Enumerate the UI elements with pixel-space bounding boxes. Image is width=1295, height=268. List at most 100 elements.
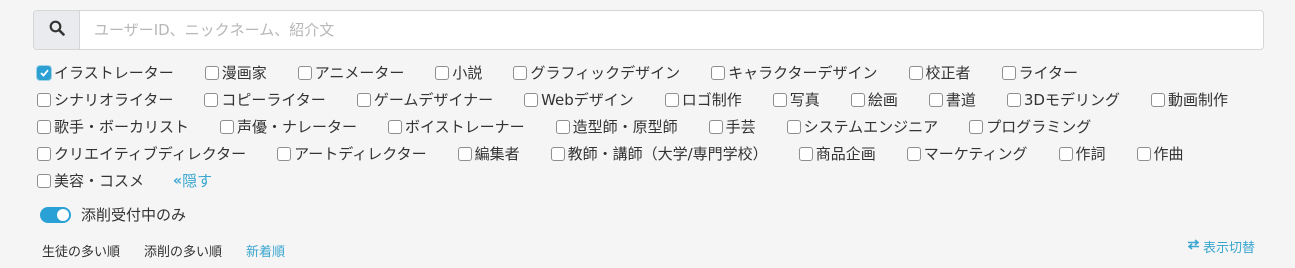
checkbox[interactable] bbox=[664, 92, 679, 107]
category-checkbox-item[interactable]: 校正者 bbox=[908, 59, 971, 86]
checkbox[interactable] bbox=[928, 92, 943, 107]
checkbox[interactable] bbox=[850, 92, 865, 107]
category-label: キャラクターデザイン bbox=[728, 64, 878, 82]
category-checkbox-item[interactable]: 商品企画 bbox=[798, 140, 876, 167]
checkbox[interactable] bbox=[37, 119, 51, 134]
category-checkbox-item[interactable]: 動画制作 bbox=[1150, 86, 1228, 113]
correction-toggle-switch[interactable] bbox=[40, 206, 71, 223]
hide-categories-link[interactable]: «隠す bbox=[173, 167, 212, 194]
category-checkbox-item[interactable]: 絵画 bbox=[850, 86, 898, 113]
category-label: 校正者 bbox=[925, 64, 971, 82]
category-checkbox-item[interactable]: マーケティング bbox=[906, 140, 1028, 167]
correction-filter: 添削受付中のみ bbox=[40, 204, 186, 225]
checkbox[interactable] bbox=[908, 65, 923, 80]
checkbox[interactable] bbox=[297, 65, 312, 80]
category-checkbox-item[interactable]: 美容・コスメ bbox=[37, 167, 144, 194]
checkbox[interactable] bbox=[435, 65, 450, 80]
search-button[interactable] bbox=[34, 11, 80, 49]
category-checkbox-item[interactable]: 歌手・ボーカリスト bbox=[37, 113, 189, 140]
category-checkbox-item[interactable]: 作曲 bbox=[1136, 140, 1184, 167]
category-checkbox-item[interactable]: ボイストレーナー bbox=[388, 113, 525, 140]
category-label: 書道 bbox=[945, 91, 976, 109]
category-label: アートディレクター bbox=[294, 145, 427, 163]
checkbox[interactable] bbox=[220, 119, 235, 134]
checkbox[interactable] bbox=[513, 65, 528, 80]
category-checkbox-item[interactable]: 写真 bbox=[772, 86, 820, 113]
checkbox[interactable] bbox=[277, 146, 292, 161]
category-label: 動画制作 bbox=[1167, 91, 1228, 109]
category-label: 絵画 bbox=[867, 91, 898, 109]
view-toggle-link[interactable]: 表示切替 bbox=[1187, 237, 1255, 256]
category-checkbox-item[interactable]: キャラクターデザイン bbox=[711, 59, 878, 86]
search-input[interactable] bbox=[80, 11, 1263, 49]
checkbox[interactable] bbox=[711, 65, 726, 80]
category-label: イラストレーター bbox=[54, 64, 174, 82]
category-checkbox-item[interactable]: ライター bbox=[1001, 59, 1078, 86]
category-checkbox-item[interactable]: 編集者 bbox=[457, 140, 520, 167]
category-checkbox-item[interactable]: クリエイティブディレクター bbox=[37, 140, 246, 167]
category-checkbox-item[interactable]: Webデザイン bbox=[524, 86, 634, 113]
checkbox[interactable] bbox=[798, 146, 813, 161]
category-label: 小説 bbox=[452, 64, 483, 82]
category-label: ゲームデザイナー bbox=[373, 91, 494, 109]
category-label: 声優・ナレーター bbox=[237, 118, 358, 136]
checkbox[interactable] bbox=[388, 119, 403, 134]
category-label: 3Dモデリング bbox=[1023, 91, 1120, 109]
category-label: ボイストレーナー bbox=[405, 118, 525, 136]
category-checkbox-item[interactable]: アートディレクター bbox=[277, 140, 427, 167]
checkbox[interactable] bbox=[906, 146, 921, 161]
category-label: 写真 bbox=[789, 91, 820, 109]
sort-option[interactable]: 新着順 bbox=[246, 241, 285, 260]
checkbox[interactable] bbox=[204, 92, 219, 107]
category-checkbox-item[interactable]: 造型師・原型師 bbox=[555, 113, 678, 140]
checkbox[interactable] bbox=[1006, 92, 1021, 107]
checkbox[interactable] bbox=[1058, 146, 1073, 161]
checkbox[interactable] bbox=[708, 119, 723, 134]
checkbox[interactable] bbox=[1136, 146, 1151, 161]
category-checkbox-item[interactable]: ゲームデザイナー bbox=[356, 86, 494, 113]
sort-option[interactable]: 添削の多い順 bbox=[144, 241, 222, 260]
category-label: マーケティング bbox=[923, 145, 1028, 163]
category-checkbox-item[interactable]: プログラミング bbox=[969, 113, 1091, 140]
category-checkbox-item[interactable]: 作詞 bbox=[1058, 140, 1106, 167]
category-checkbox-item[interactable]: 声優・ナレーター bbox=[220, 113, 357, 140]
category-label: 作詞 bbox=[1075, 145, 1106, 163]
hide-link-label: 隠す bbox=[182, 172, 213, 190]
category-checkbox-item[interactable]: システムエンジニア bbox=[786, 113, 938, 140]
checkbox[interactable] bbox=[204, 65, 219, 80]
checkbox[interactable] bbox=[457, 146, 472, 161]
checkbox[interactable] bbox=[37, 146, 51, 161]
category-checkbox-item[interactable]: グラフィックデザイン bbox=[513, 59, 680, 86]
checkbox-checked[interactable] bbox=[37, 65, 51, 80]
checkbox[interactable] bbox=[356, 92, 371, 107]
category-checkbox-item[interactable]: シナリオライター bbox=[37, 86, 173, 113]
checkbox[interactable] bbox=[1150, 92, 1165, 107]
sort-options: 生徒の多い順 添削の多い順 新着順 bbox=[42, 241, 309, 260]
checkbox[interactable] bbox=[555, 119, 570, 134]
category-label: 商品企画 bbox=[815, 145, 876, 163]
category-label: アニメーター bbox=[314, 64, 405, 82]
category-checkbox-item[interactable]: コピーライター bbox=[204, 86, 326, 113]
checkbox[interactable] bbox=[772, 92, 787, 107]
category-label: 手芸 bbox=[725, 118, 756, 136]
category-checkbox-item[interactable]: アニメーター bbox=[297, 59, 405, 86]
category-checkbox-item[interactable]: 手芸 bbox=[708, 113, 756, 140]
checkbox[interactable] bbox=[550, 146, 565, 161]
checkbox[interactable] bbox=[969, 119, 984, 134]
sort-option[interactable]: 生徒の多い順 bbox=[42, 241, 120, 260]
category-label: 造型師・原型師 bbox=[572, 118, 678, 136]
category-filter-list: イラストレーター 漫画家 アニメーター 小説 グラフィックデザイン キャラクターデザイン 校… bbox=[37, 59, 1267, 194]
category-checkbox-item[interactable]: 3Dモデリング bbox=[1006, 86, 1120, 113]
category-checkbox-item[interactable]: 教師・講師（大学/専門学校） bbox=[550, 140, 768, 167]
category-checkbox-item[interactable]: 小説 bbox=[435, 59, 482, 86]
category-checkbox-item[interactable]: ロゴ制作 bbox=[664, 86, 742, 113]
checkbox[interactable] bbox=[786, 119, 801, 134]
category-checkbox-item[interactable]: イラストレーター bbox=[37, 59, 174, 86]
category-checkbox-item[interactable]: 書道 bbox=[928, 86, 976, 113]
checkbox[interactable] bbox=[37, 173, 51, 188]
category-label: 美容・コスメ bbox=[54, 172, 145, 190]
checkbox[interactable] bbox=[524, 92, 539, 107]
checkbox[interactable] bbox=[1001, 65, 1016, 80]
category-checkbox-item[interactable]: 漫画家 bbox=[204, 59, 267, 86]
checkbox[interactable] bbox=[37, 92, 51, 107]
